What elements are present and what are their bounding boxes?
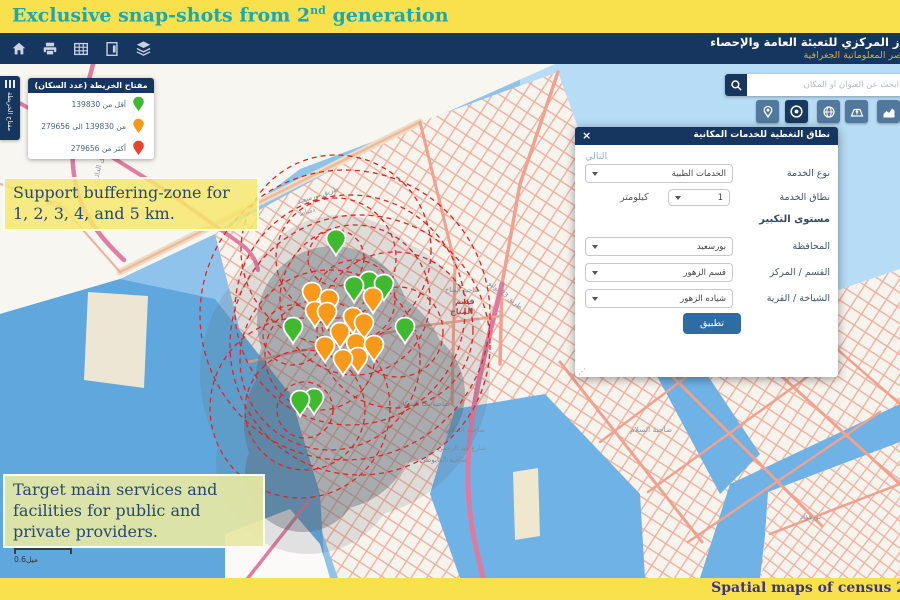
app-header: الجهاز المركزي للتعبئة العامة والإحصاء ب… xyxy=(0,33,900,64)
village-value: شياده الزهور xyxy=(680,294,726,304)
district-select[interactable]: قسم الزهور xyxy=(585,263,733,282)
globe-button[interactable] xyxy=(817,100,840,123)
search-button[interactable] xyxy=(725,74,747,96)
legend-title: مفتاح الخريطة (عدد السكان) xyxy=(28,78,154,93)
unit-label: كيلومتر xyxy=(620,192,649,203)
legend-item-orange: من 139830 الى 279656 xyxy=(28,115,154,137)
map-label: ضاحية السلام xyxy=(630,425,672,434)
legend-label: أكثر من 279656 xyxy=(71,144,126,153)
chevron-down-icon xyxy=(592,297,598,304)
governorate-select[interactable]: بورسعيد xyxy=(585,237,733,256)
district-label: القسم / المركز xyxy=(770,267,830,278)
chart-icon xyxy=(882,105,896,119)
page-title: Exclusive snap-shots from 2nd generation xyxy=(12,4,449,26)
chevron-down-icon xyxy=(675,196,681,203)
chevron-down-icon xyxy=(592,245,598,252)
locate-pin-icon xyxy=(761,105,775,119)
report-icon[interactable] xyxy=(101,38,123,59)
service-range-value: 1 xyxy=(718,193,723,203)
top-banner: Exclusive snap-shots from 2nd generation xyxy=(0,0,900,33)
legend-bars-icon xyxy=(5,80,15,88)
resize-handle[interactable]: ⋰ xyxy=(578,367,586,376)
app-window: Exclusive snap-shots from 2nd generation… xyxy=(0,0,900,600)
annotation-buffering: Support buffering-zone for 1, 2, 3, 4, a… xyxy=(3,177,259,231)
district-value: قسم الزهور xyxy=(683,268,726,278)
layers-icon[interactable] xyxy=(132,38,154,59)
village-select[interactable]: شياده الزهور xyxy=(585,289,733,308)
service-type-select[interactable]: الخدمات الطبية xyxy=(585,164,733,183)
header-toolbar xyxy=(8,38,154,59)
map-area: الطريق الدائريالطريق الدائريالطريق الدول… xyxy=(0,64,900,578)
agency-title: الجهاز المركزي للتعبئة العامة والإحصاء ب… xyxy=(710,35,900,62)
scale-bar-line xyxy=(14,548,72,554)
legend-tab-label: مفتاح الخريطة xyxy=(6,92,14,131)
village-label: الشياخة / القرية xyxy=(767,293,830,304)
green-pin-icon xyxy=(132,96,145,113)
table-icon[interactable] xyxy=(70,38,92,59)
print-icon[interactable] xyxy=(39,38,61,59)
service-range-label: نطاق الخدمة xyxy=(779,192,830,203)
legend-item-green: أقل من 139830 xyxy=(28,93,154,115)
scale-bar-label: 0.6ميل xyxy=(14,555,72,564)
chevron-down-icon xyxy=(592,271,598,278)
basemap-button[interactable] xyxy=(845,100,868,123)
legend-tab[interactable]: مفتاح الخريطة xyxy=(0,76,20,140)
agency-name: الجهاز المركزي للتعبئة العامة والإحصاء xyxy=(710,35,900,50)
governorate-label: المحافظة xyxy=(793,241,830,252)
portal-name: بوابة مصر المعلوماتية الجغرافية xyxy=(710,50,900,62)
buffer-coverage-button[interactable] xyxy=(785,100,808,123)
locate-service-button[interactable] xyxy=(756,100,779,123)
chevron-down-icon xyxy=(592,172,598,179)
dialog-titlebar[interactable]: × نطاق التغطية للخدمات المكانية xyxy=(575,127,838,145)
service-range-select[interactable]: 1 xyxy=(668,189,730,206)
scale-bar: 0.6ميل xyxy=(14,548,72,564)
annotation-target: Target main services and facilities for … xyxy=(3,474,265,548)
globe-icon xyxy=(822,105,836,119)
legend-item-red: أكثر من 279656 xyxy=(28,137,154,159)
zoom-level-section: مستوى التكبير xyxy=(759,214,830,225)
search-input[interactable] xyxy=(747,74,900,96)
governorate-value: بورسعيد xyxy=(697,242,726,252)
chart-button[interactable] xyxy=(877,100,900,123)
basemap-icon xyxy=(850,105,864,119)
bottom-banner: Spatial maps of census 2 xyxy=(0,578,900,600)
bottom-caption: Spatial maps of census 2 xyxy=(711,580,900,596)
map-label: بورفؤاد xyxy=(800,513,821,521)
target-icon xyxy=(789,104,804,119)
red-pin-icon xyxy=(132,140,145,157)
close-icon[interactable]: × xyxy=(582,128,591,144)
legend-panel: مفتاح الخريطة (عدد السكان) أقل من 139830… xyxy=(28,78,154,159)
zone-cream xyxy=(513,468,540,540)
search-icon xyxy=(730,79,743,92)
next-link[interactable]: التالي xyxy=(585,151,607,162)
apply-button[interactable]: تطبيق xyxy=(683,313,741,334)
zone-beige xyxy=(84,292,148,388)
legend-label: أقل من 139830 xyxy=(72,100,126,109)
service-type-label: نوع الخدمة xyxy=(787,168,830,179)
service-type-value: الخدمات الطبية xyxy=(672,169,726,179)
legend-label: من 139830 الى 279656 xyxy=(41,122,126,131)
orange-pin-icon xyxy=(132,118,145,135)
home-icon[interactable] xyxy=(8,38,30,59)
search-bar xyxy=(725,74,900,96)
coverage-dialog: × نطاق التغطية للخدمات المكانية التالي ن… xyxy=(575,127,838,377)
dialog-title: نطاق التغطية للخدمات المكانية xyxy=(694,130,830,140)
